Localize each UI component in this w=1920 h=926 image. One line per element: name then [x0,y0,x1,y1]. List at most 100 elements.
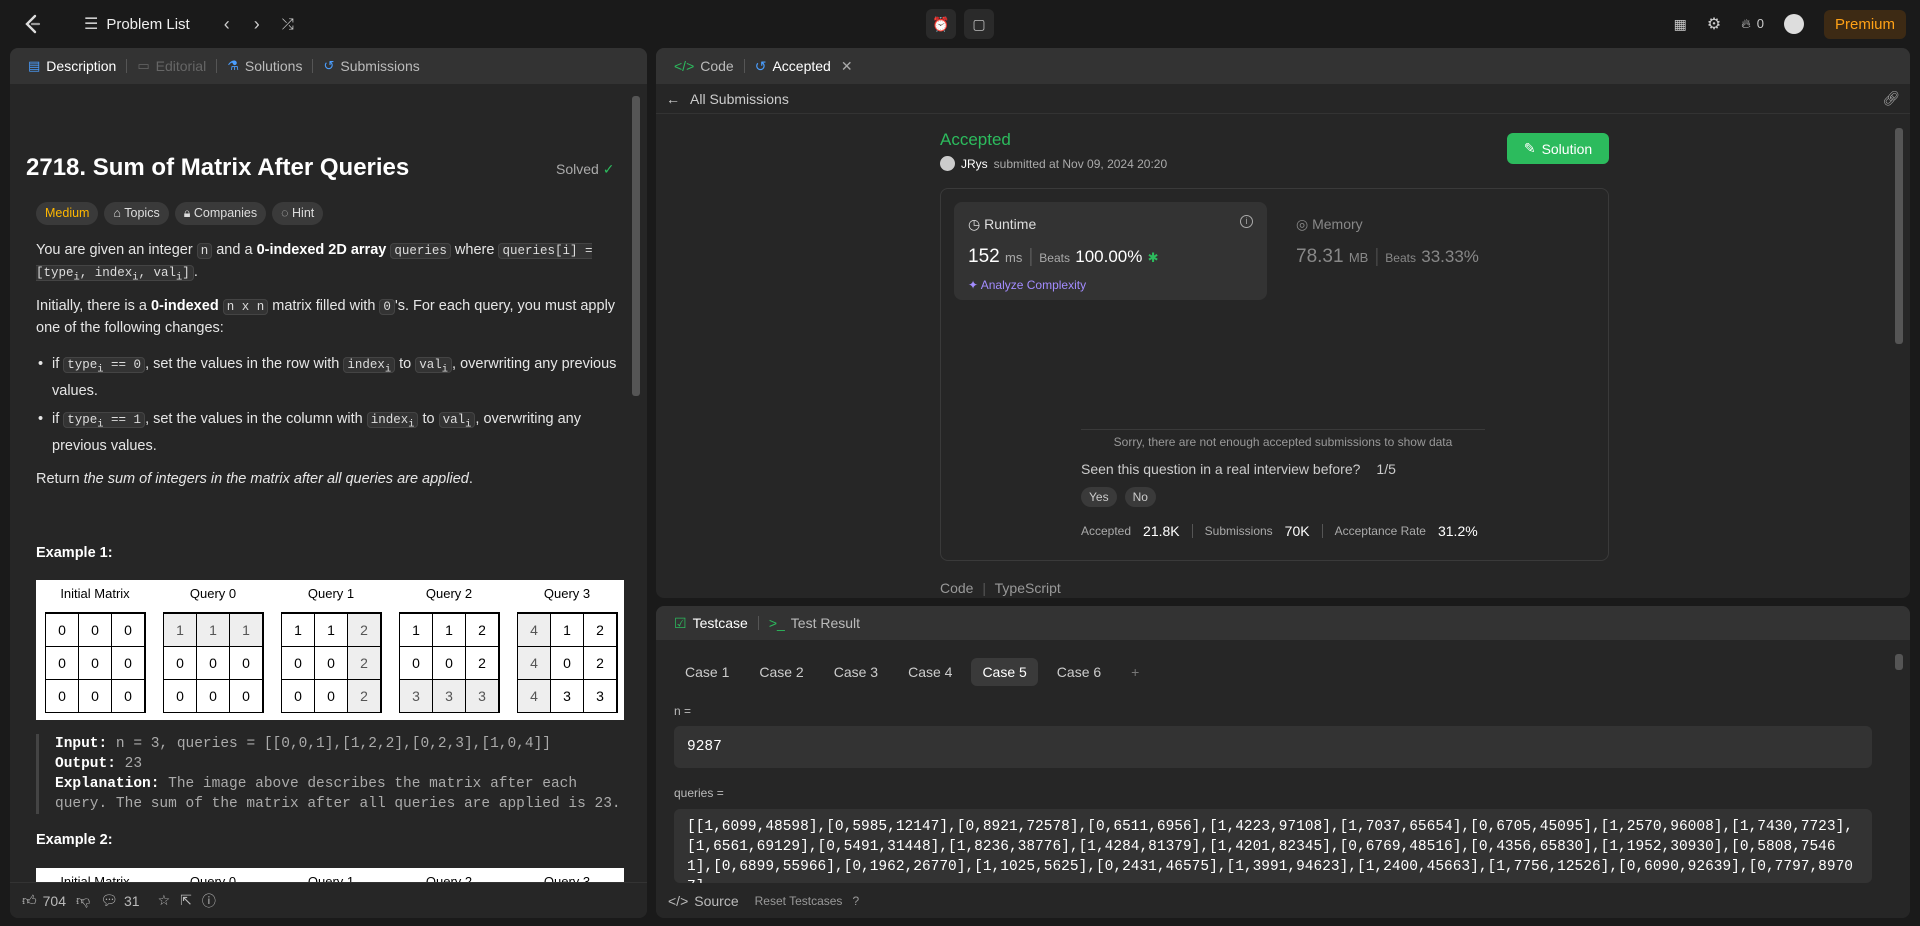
tab-code[interactable]: </> Code [668,58,740,74]
description-scrollbar[interactable] [629,84,643,882]
comments-button[interactable]: 💬︎ 31 [100,892,139,909]
matrix-cell: 0 [196,645,230,680]
companies-label: Companies [193,206,258,220]
analyze-complexity-link[interactable]: ✦ Analyze Complexity [968,278,1086,292]
code-language-line: Code | TypeScript [940,580,1061,596]
case-tab[interactable]: Case 4 [897,658,963,686]
matrix-cell: 0 [78,645,112,680]
list-icon[interactable]: ☰ [84,14,98,34]
submission-tabbar: </> Code ↺ Accepted ✕ [656,48,1910,84]
memory-beats-value: 33.33% [1421,247,1479,266]
reset-testcases-button[interactable]: Reset Testcases [755,894,843,908]
submission-user[interactable]: JRys [961,157,988,171]
acceptance-rate-value: 31.2% [1437,523,1478,539]
testcase-tabbar: ☑ Testcase >_ Test Result [656,606,1910,640]
timer-button[interactable]: ⏰ [926,9,956,39]
premium-button[interactable]: Premium [1823,9,1906,39]
p1-code-part: , index [79,266,133,280]
matrix-cell: 0 [550,645,584,680]
example-1-explanation-line: Explanation: The image above describes t… [55,774,624,814]
description-scrollbar-thumb[interactable] [632,96,640,396]
share-icon[interactable]: ⇱ [180,892,192,909]
dislike-button[interactable]: 👎︎ [76,892,90,909]
queries-input[interactable]: [[1,6099,48598],[0,5985,12147],[0,8921,7… [674,809,1872,883]
matrix-cell: 0 [111,645,145,680]
hint-chip[interactable]: ◌ Hint [272,202,324,225]
b1-text: to [395,356,416,372]
b2-code-part: val [442,413,466,427]
comment-icon: 💬︎ [100,892,118,908]
b1-sub: i [441,363,449,376]
like-button[interactable]: 👍︎ 704 [22,892,66,909]
matrix-cell: 0 [432,645,466,680]
help-icon[interactable]: ⓘ [202,891,216,911]
solution-button[interactable]: ✎ Solution [1507,133,1609,164]
tab-testcase[interactable]: ☑ Testcase [668,615,754,632]
fire-icon: 🔥︎ [1741,16,1751,31]
case-tab-active[interactable]: Case 5 [971,658,1038,686]
case-tab[interactable]: Case 6 [1046,658,1112,686]
submissions-label: Submissions [1204,524,1273,538]
tab-description[interactable]: ▤ Description [22,58,122,74]
source-button[interactable]: </> Source [668,893,739,909]
submission-scrollbar-thumb[interactable] [1895,128,1903,344]
tab-solutions-label: Solutions [244,58,303,74]
p2-text: Initially, there is a [36,298,151,314]
streak-counter[interactable]: 🔥︎ 0 [1741,16,1764,32]
help-circle-icon[interactable]: ? [852,894,859,908]
submission-scrollbar[interactable] [1892,114,1906,594]
gear-icon[interactable]: ⚙ [1707,14,1721,34]
link-icon[interactable]: 🔗︎ [1882,90,1900,107]
memory-value-row: 78.31 MB | Beats 33.33% [1296,246,1479,267]
layout-grid-icon[interactable]: ▦ [1674,16,1687,33]
matrix-cell: 0 [196,678,230,713]
matrix-cell: 0 [399,645,433,680]
arrow-left-icon[interactable]: ← [666,91,680,107]
matrix-cell: 0 [163,678,197,713]
problem-title[interactable]: 2718. Sum of Matrix After Queries [26,154,409,182]
tab-test-result[interactable]: >_ Test Result [763,615,866,631]
runtime-card[interactable]: ◷ Runtime i 152 ms | Beats 100.00% ✱ ✦ Ana… [954,202,1267,300]
p1-code-queries: queries [390,243,451,259]
memory-unit: MB [1348,250,1369,265]
problem-list-link[interactable]: Problem List [106,16,189,33]
n-input[interactable]: 9287 [674,726,1872,768]
matrix-cell: 0 [163,645,197,680]
memory-label: Memory [1312,216,1363,232]
notes-button[interactable]: ▢ [964,9,994,39]
edit-icon: ✎ [1523,140,1536,156]
tab-editorial[interactable]: ▭ Editorial [131,58,212,74]
matrix-grid: 112002002 [280,612,382,713]
topics-chip[interactable]: ⌂ Topics [104,202,169,225]
case-tab[interactable]: Case 3 [823,658,889,686]
p1-text: and a [212,242,257,258]
leetcode-logo-icon[interactable] [20,12,44,36]
return-statement: Return the sum of integers in the matrix… [36,469,624,490]
alarm-clock-icon: ⏰ [932,15,950,32]
prev-problem-icon[interactable]: ‹ [216,14,238,35]
star-icon[interactable]: ☆ [158,892,171,909]
tab-solutions[interactable]: ⚗ Solutions [221,58,308,74]
all-submissions-link[interactable]: All Submissions [690,91,789,107]
add-case-icon[interactable]: + [1120,658,1150,686]
avatar[interactable] [1783,14,1804,34]
info-icon[interactable]: i [1240,215,1253,228]
explanation-label: Explanation: [55,776,160,792]
next-problem-icon[interactable]: › [246,14,268,35]
close-icon[interactable]: ✕ [841,58,853,75]
no-button[interactable]: No [1124,487,1156,507]
shuffle-icon[interactable]: ⤮ [276,16,300,33]
example-2-title: Example 2: [36,832,113,848]
memory-card[interactable]: ◎ Memory 78.31 MB | Beats 33.33% [1296,202,1546,300]
testcase-scrollbar[interactable] [1892,640,1906,884]
testcase-footer: </> Source Reset Testcases ? [656,884,1910,918]
problem-paragraph-1: You are given an integer n and a 0-index… [36,240,624,289]
tab-accepted[interactable]: ↺ Accepted ✕ [749,58,859,75]
case-tab[interactable]: Case 2 [748,658,814,686]
testcase-scrollbar-thumb[interactable] [1895,654,1903,670]
yes-button[interactable]: Yes [1081,487,1117,507]
companies-chip[interactable]: 🔒︎ Companies [174,202,267,225]
difficulty-chip[interactable]: Medium [36,202,99,225]
tab-submissions[interactable]: ↺ Submissions [317,58,425,74]
case-tab[interactable]: Case 1 [674,658,740,686]
